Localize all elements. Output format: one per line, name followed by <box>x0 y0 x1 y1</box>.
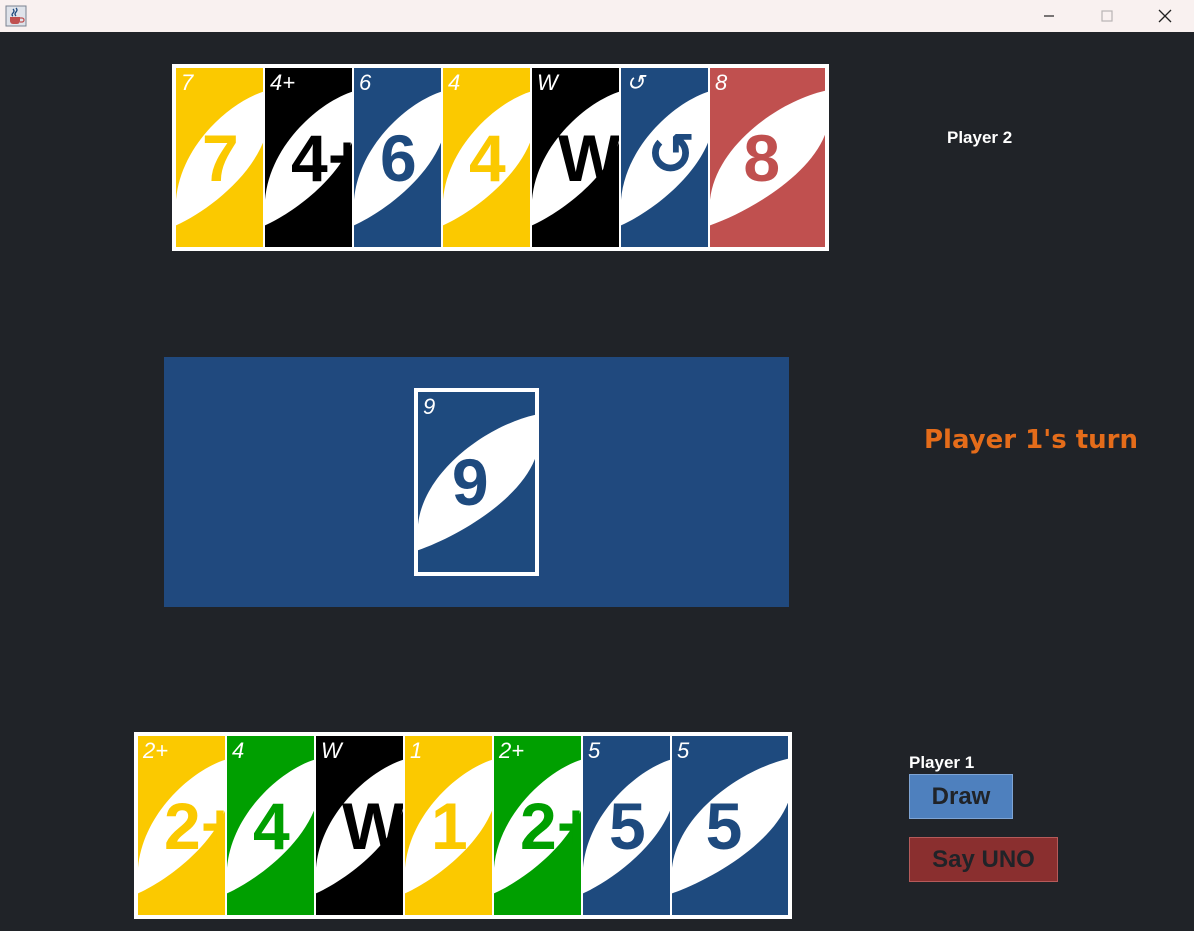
card-corner-label: ↺ <box>626 70 645 95</box>
maximize-icon <box>1101 10 1113 22</box>
draw-button[interactable]: Draw <box>909 774 1013 819</box>
card-center-label: 5 <box>705 788 743 863</box>
card-center-label: 4 <box>253 788 290 863</box>
close-icon <box>1158 9 1172 23</box>
player1-hand: 2+2+44WW112+2+5555 <box>134 732 792 919</box>
say-uno-button-label: Say UNO <box>932 845 1035 873</box>
opponent-card: ↺ ↺ <box>619 66 712 249</box>
opponent-card: 88 <box>708 66 827 249</box>
hand-card[interactable]: 2+ 2+ <box>136 734 229 917</box>
card-center-label: 4 <box>469 120 506 195</box>
maximize-button[interactable] <box>1078 0 1136 32</box>
close-button[interactable] <box>1136 0 1194 32</box>
hand-card[interactable]: 2+ 2+ <box>492 734 585 917</box>
player1-label: Player 1 <box>909 753 975 772</box>
card-center-label: 8 <box>743 120 781 195</box>
card-corner-label: 4 <box>232 738 245 763</box>
card-corner-label: 1 <box>410 738 423 763</box>
card-center-label: 1 <box>431 788 468 863</box>
minimize-icon <box>1044 15 1054 17</box>
card-center-label: W <box>342 788 405 863</box>
card-center-label: W <box>558 120 621 195</box>
card-corner-label: 2+ <box>499 738 525 763</box>
card-center-label: 5 <box>609 788 646 863</box>
opponent-card: 44 <box>441 66 534 249</box>
card-center-label: 2+ <box>520 788 583 863</box>
opponent-card: 4+ 4+ <box>263 66 356 249</box>
card-center-label: 7 <box>202 120 239 195</box>
top-card: 99 <box>416 390 537 574</box>
say-uno-button[interactable]: Say UNO <box>909 837 1058 882</box>
minimize-button[interactable] <box>1020 0 1078 32</box>
hand-card[interactable]: 55 <box>581 734 674 917</box>
card-center-label: 2+ <box>164 788 227 863</box>
hand-card[interactable]: 11 <box>403 734 496 917</box>
hand-card[interactable]: WW <box>314 734 407 917</box>
card-corner-label: 2+ <box>143 738 169 763</box>
window-titlebar <box>0 0 1194 32</box>
card-corner-label: 9 <box>423 394 436 419</box>
player2-label: Player 2 <box>947 128 1013 147</box>
card-center-label: 4+ <box>291 120 354 195</box>
card-corner-label: W <box>321 738 342 763</box>
java-cup-icon <box>5 5 27 27</box>
card-center-label: 6 <box>380 120 417 195</box>
card-corner-label: 7 <box>181 70 194 95</box>
player2-hand: 774+4+6644WW↺↺88 <box>172 64 829 251</box>
hand-card[interactable]: 55 <box>670 734 790 917</box>
turn-indicator: Player 1's turn <box>924 425 1139 455</box>
opponent-card: 77 <box>174 66 267 249</box>
discard-pile: 99 <box>414 388 539 576</box>
card-corner-label: 4 <box>448 70 461 95</box>
card-corner-label: 6 <box>359 70 372 95</box>
card-corner-label: 8 <box>715 70 728 95</box>
hand-card[interactable]: 44 <box>225 734 318 917</box>
card-center-label: ↺ <box>647 119 696 188</box>
opponent-card: 66 <box>352 66 445 249</box>
card-corner-label: W <box>537 70 558 95</box>
opponent-card: WW <box>530 66 623 249</box>
card-center-label: 9 <box>451 445 489 520</box>
draw-button-label: Draw <box>931 782 991 810</box>
card-corner-label: 5 <box>677 738 690 763</box>
card-corner-label: 4+ <box>270 70 296 95</box>
card-corner-label: 5 <box>588 738 601 763</box>
